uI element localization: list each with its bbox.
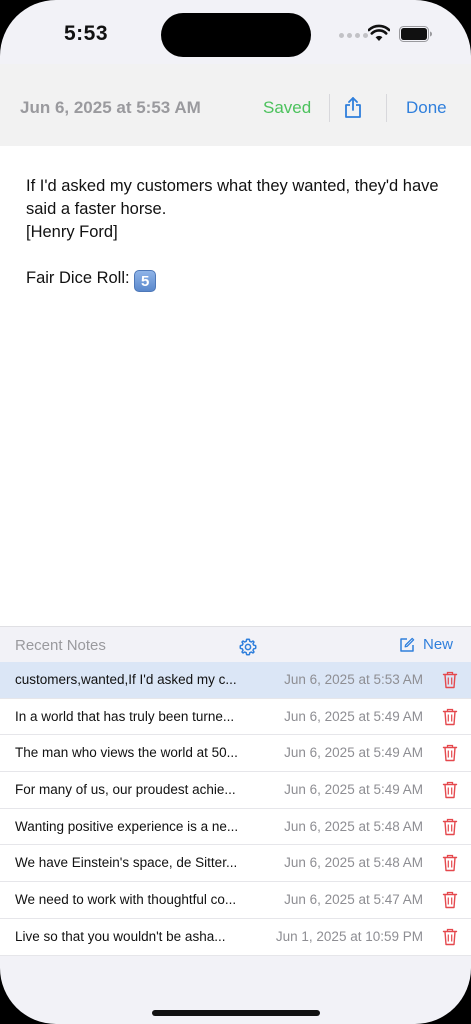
- note-list-item[interactable]: For many of us, our proudest achie... Jun…: [0, 772, 471, 809]
- header-divider: [386, 94, 387, 122]
- recent-notes-header: Recent Notes New: [0, 626, 471, 662]
- note-date: Jun 6, 2025 at 5:48 AM: [284, 855, 423, 871]
- trash-icon[interactable]: [442, 744, 458, 762]
- note-body[interactable]: If I'd asked my customers what they want…: [26, 175, 446, 292]
- trash-icon[interactable]: [442, 854, 458, 872]
- trash-icon[interactable]: [442, 818, 458, 836]
- note-text: If I'd asked my customers what they want…: [26, 177, 439, 287]
- note-preview: customers,wanted,If I'd asked my c...: [15, 672, 237, 687]
- trash-icon[interactable]: [442, 708, 458, 726]
- note-date: Jun 6, 2025 at 5:49 AM: [284, 708, 423, 724]
- recent-notes-list: customers,wanted,If I'd asked my c... Jun…: [0, 662, 471, 956]
- trash-icon[interactable]: [442, 928, 458, 946]
- battery-icon: [399, 26, 432, 42]
- dynamic-island: [161, 13, 311, 57]
- status-time: 5:53: [64, 22, 109, 45]
- share-icon: [345, 97, 361, 118]
- new-note-label: New: [423, 636, 454, 653]
- note-list-item[interactable]: Wanting positive experience is a ne... Ju…: [0, 808, 471, 846]
- note-preview: In a world that has truly been turne...: [15, 708, 235, 724]
- note-list-item[interactable]: customers,wanted,If I'd asked my c... Jun…: [0, 662, 471, 699]
- note-date-title: Jun 6, 2025 at 5:53 AM: [20, 98, 201, 117]
- note-date: Jun 6, 2025 at 5:47 AM: [284, 892, 423, 908]
- trash-icon[interactable]: [442, 671, 458, 689]
- new-note-button[interactable]: New: [399, 636, 453, 653]
- note-preview: Wanting positive experience is a ne...: [15, 818, 239, 834]
- dice-emoji: 5: [134, 270, 157, 292]
- trash-icon[interactable]: [442, 781, 458, 799]
- note-list-item[interactable]: We have Einstein's space, de Sitter... Ju…: [0, 845, 471, 883]
- cellular-signal-icon: [339, 33, 368, 38]
- note-list-item[interactable]: We need to work with thoughtful co... Jun…: [0, 882, 471, 919]
- note-date: Jun 6, 2025 at 5:53 AM: [284, 672, 423, 687]
- note-list-item[interactable]: The man who views the world at 50... Jun …: [0, 735, 471, 773]
- phone-screen: 5:53 Jun 6, 2025 at 5:53 AM Saved Done I…: [0, 0, 471, 1024]
- note-list-item[interactable]: Live so that you wouldn't be asha... Jun …: [0, 918, 471, 956]
- status-bar: 5:53: [0, 0, 471, 64]
- done-button[interactable]: Done: [406, 98, 447, 118]
- note-date: Jun 1, 2025 at 10:59 PM: [275, 928, 423, 944]
- note-date: Jun 6, 2025 at 5:49 AM: [284, 745, 423, 761]
- home-indicator[interactable]: [152, 1010, 320, 1016]
- recent-notes-title: Recent Notes: [15, 637, 106, 654]
- wifi-icon: [368, 24, 390, 41]
- saved-status: Saved: [263, 98, 312, 117]
- header-divider: [329, 94, 330, 122]
- note-editor[interactable]: If I'd asked my customers what they want…: [0, 146, 471, 626]
- note-preview: We need to work with thoughtful co...: [15, 892, 237, 908]
- note-header: Jun 6, 2025 at 5:53 AM Saved Done: [0, 64, 471, 146]
- note-preview: We have Einstein's space, de Sitter...: [15, 855, 238, 871]
- note-list-item[interactable]: In a world that has truly been turne... J…: [0, 698, 471, 736]
- note-date: Jun 6, 2025 at 5:48 AM: [284, 818, 423, 834]
- note-date: Jun 6, 2025 at 5:49 AM: [284, 782, 423, 798]
- compose-icon: [400, 637, 415, 652]
- trash-icon[interactable]: [442, 891, 458, 909]
- note-preview: Live so that you wouldn't be asha...: [15, 928, 226, 944]
- gear-icon[interactable]: [238, 637, 258, 657]
- note-preview: For many of us, our proudest achie...: [15, 782, 236, 798]
- note-preview: The man who views the world at 50...: [15, 745, 238, 761]
- share-button[interactable]: [340, 94, 366, 122]
